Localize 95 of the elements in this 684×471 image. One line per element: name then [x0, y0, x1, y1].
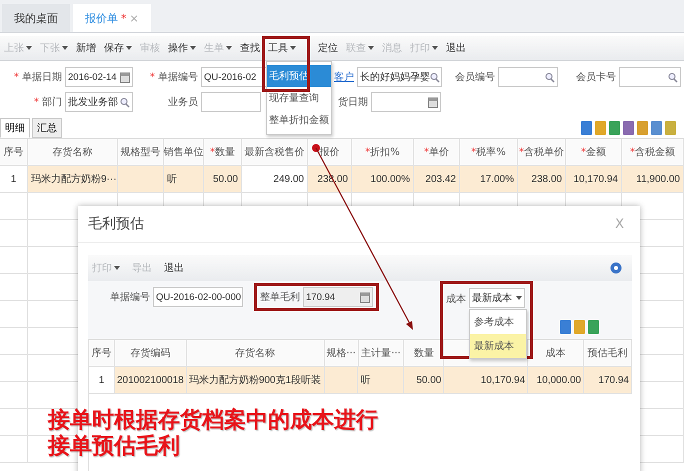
table-cell: 10,170.94 — [444, 367, 528, 393]
caret-icon — [432, 46, 438, 50]
tab[interactable]: 我的桌面 — [2, 4, 70, 32]
caret-icon — [368, 46, 374, 50]
caret-icon — [62, 46, 68, 50]
table-cell: 10,170.94 — [566, 166, 622, 192]
caption-text: 接单预估毛利 — [48, 434, 181, 460]
caret-icon — [516, 296, 522, 300]
dialog-title: 毛利预估 — [88, 215, 144, 233]
tab[interactable]: 明细 — [0, 118, 30, 138]
calendar-icon[interactable] — [360, 292, 370, 302]
field-label: 业务员 — [167, 96, 198, 109]
cost-dropdown[interactable]: 最新成本 — [469, 288, 525, 308]
column-header: 销售单位 — [164, 139, 204, 165]
search-icon[interactable] — [120, 96, 130, 108]
field-label: 成本 — [446, 292, 466, 306]
calendar-icon[interactable] — [428, 96, 438, 108]
field-label: * 单据日期 — [12, 70, 62, 84]
input-field[interactable]: 长的好妈妈孕婴 — [357, 67, 442, 87]
column-header: 预估毛利 — [584, 340, 632, 366]
column-header: *单价 — [414, 139, 460, 165]
column-header: 序号 — [0, 139, 28, 165]
table-cell: 170.94 — [584, 367, 632, 393]
table-cell: 203.42 — [414, 166, 460, 192]
field-label: * 单据编号 — [148, 70, 198, 84]
field-label: 货日期 — [337, 96, 368, 109]
toolbar-button[interactable]: 操作 — [164, 39, 200, 57]
column-header: 成本 — [528, 340, 584, 366]
tab[interactable]: 汇总 — [32, 118, 62, 138]
column-header: 序号 — [89, 340, 115, 366]
search-icon[interactable] — [668, 72, 678, 82]
column-header: 报价 — [308, 139, 352, 165]
column-header: 存货名称 — [28, 139, 118, 165]
dropdown-option[interactable]: 最新成本 — [470, 334, 526, 358]
table-cell: 50.00 — [204, 166, 242, 192]
table-cell: 听 — [164, 166, 204, 192]
toolbar-button[interactable]: 查找 — [236, 39, 264, 57]
table-cell: 238.00 — [518, 166, 566, 192]
table-cell: 听 — [358, 367, 404, 393]
field-label: * 部门 — [32, 96, 62, 109]
toolbar-button[interactable]: 保存 — [100, 39, 136, 57]
calendar-icon[interactable] — [120, 72, 130, 82]
caption-text: 接单时根据存货档案中的成本进行 — [48, 408, 378, 434]
input-field[interactable]: 2016-02-14 — [65, 67, 133, 87]
field-label: 会员编号 — [454, 70, 495, 84]
table-cell: 50.00 — [404, 367, 444, 393]
input-field[interactable] — [498, 67, 558, 87]
input-field[interactable] — [201, 92, 261, 112]
search-icon[interactable] — [545, 72, 555, 82]
column-header: 存货名称 — [186, 340, 325, 366]
table-cell: 10,000.00 — [528, 367, 584, 393]
menu-item[interactable]: 整单折扣金额 — [267, 109, 331, 131]
column-header: *金额 — [566, 139, 622, 165]
menu-item[interactable]: 现存量查询 — [267, 87, 331, 109]
table-cell: 100.00% — [352, 166, 414, 192]
search-icon[interactable] — [430, 72, 440, 82]
field-label: 整单毛利 — [260, 290, 300, 304]
tab[interactable]: 报价单 * × — [73, 4, 151, 32]
column-header: 存货编码 — [114, 340, 187, 366]
caret-icon — [126, 46, 132, 50]
column-header: *含税单价 — [518, 139, 566, 165]
column-header: *数量 — [204, 139, 242, 165]
column-header: *含税金额 — [622, 139, 684, 165]
column-header: 数量 — [404, 340, 444, 366]
input-field[interactable]: 批发业务部 — [65, 92, 133, 112]
table-cell: 11,900.00 — [622, 166, 684, 192]
field-label: 会员卡号 — [575, 70, 616, 84]
table-cell: 201002100018 — [114, 367, 187, 393]
toolbar-button[interactable]: 定位 — [314, 39, 342, 57]
dropdown-option[interactable]: 参考成本 — [470, 310, 526, 334]
caret-icon — [190, 46, 196, 50]
input-field[interactable]: QU-2016-02-00-000 — [153, 287, 243, 307]
caret-icon — [114, 266, 120, 270]
input-field[interactable] — [371, 92, 441, 112]
column-header: 最新含税售价 — [242, 139, 308, 165]
help-icon[interactable] — [610, 262, 622, 274]
input-field[interactable] — [619, 67, 681, 87]
caret-icon — [290, 46, 296, 50]
table-cell: 玛米力配方奶粉900克1段听装 — [186, 367, 325, 393]
column-header: *税率% — [460, 139, 518, 165]
caret-icon — [26, 46, 32, 50]
input-field: 170.94 — [303, 287, 373, 307]
toolbar-button[interactable]: 工具 — [264, 39, 300, 57]
column-header: 主计量··· — [358, 340, 404, 366]
table-cell: 17.00% — [460, 166, 518, 192]
table-cell: 玛米力配方奶粉9··· — [28, 166, 118, 192]
caret-icon — [226, 46, 232, 50]
column-header: 规格型号 — [118, 139, 164, 165]
field-label: 单据编号 — [110, 290, 150, 304]
toolbar-button[interactable]: 退出 — [442, 39, 470, 57]
toolbar-button[interactable]: 退出 — [160, 259, 188, 277]
toolbar-button[interactable]: 新增 — [72, 39, 100, 57]
column-header: *折扣% — [352, 139, 414, 165]
column-header: 规格··· — [324, 340, 359, 366]
highlight-frame — [262, 36, 310, 92]
